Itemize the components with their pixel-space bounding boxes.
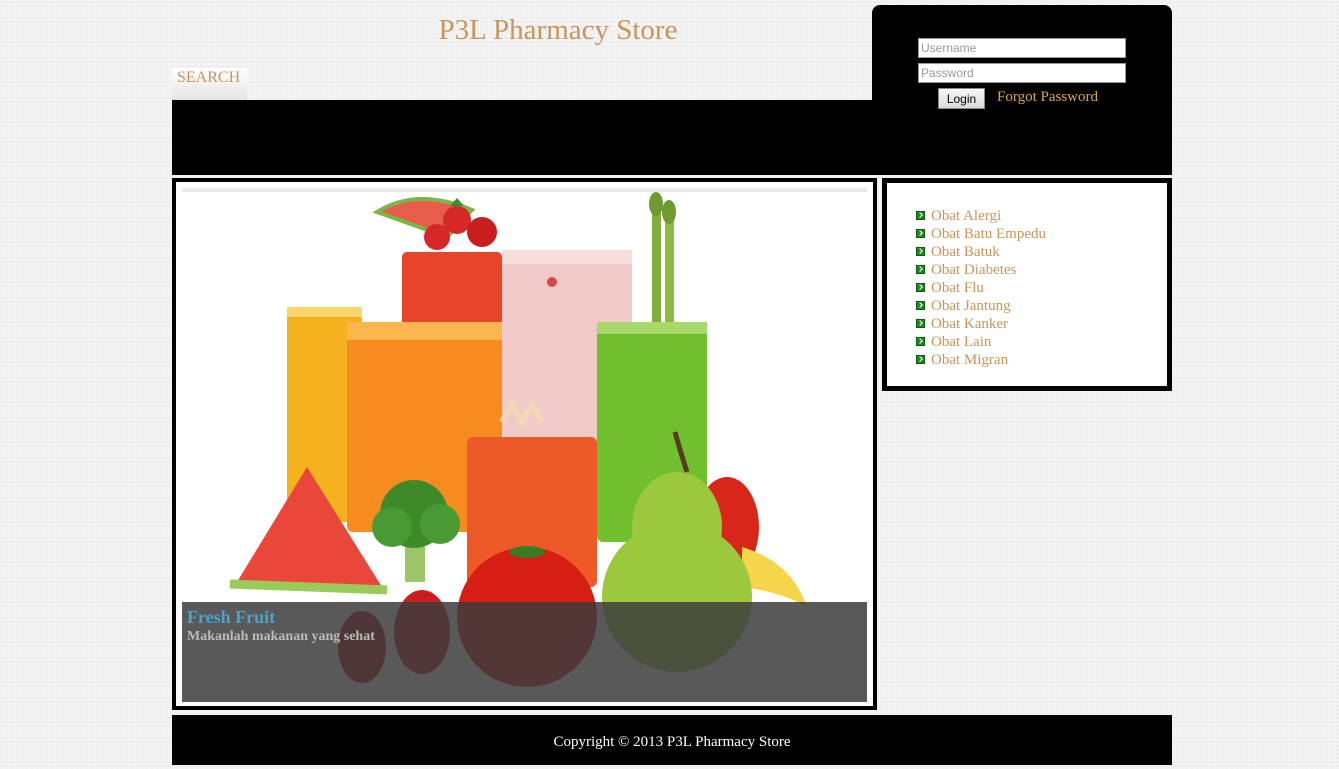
category-item-migran[interactable]: Obat Migran (916, 351, 1046, 369)
login-button[interactable]: Login (938, 88, 985, 109)
category-item-jantung[interactable]: Obat Jantung (916, 297, 1046, 315)
copyright-text: Copyright © 2013 P3L Pharmacy Store (553, 734, 791, 750)
search-tab[interactable]: SEARCH (172, 68, 247, 100)
forgot-password-link[interactable]: Forgot Password (997, 89, 1098, 106)
arrow-bullet-icon (916, 355, 925, 364)
site-title: P3L Pharmacy Store (438, 14, 678, 46)
username-input[interactable] (918, 38, 1126, 58)
category-list: Obat Alergi Obat Batu Empedu Obat Batuk … (916, 207, 1046, 369)
category-item-batu-empedu[interactable]: Obat Batu Empedu (916, 225, 1046, 243)
arrow-bullet-icon (916, 247, 925, 256)
caption-title: Fresh Fruit (187, 607, 276, 627)
category-panel: Obat Alergi Obat Batu Empedu Obat Batuk … (882, 178, 1172, 391)
footer: Copyright © 2013 P3L Pharmacy Store (172, 715, 1172, 765)
arrow-bullet-icon (916, 265, 925, 274)
login-panel: Login Forgot Password (872, 5, 1172, 175)
category-item-batuk[interactable]: Obat Batuk (916, 243, 1046, 261)
arrow-bullet-icon (916, 211, 925, 220)
category-item-alergi[interactable]: Obat Alergi (916, 207, 1046, 225)
image-slider: Fresh Fruit Makanlah makanan yang sehat (172, 178, 877, 710)
arrow-bullet-icon (916, 283, 925, 292)
category-item-kanker[interactable]: Obat Kanker (916, 315, 1046, 333)
arrow-bullet-icon (916, 337, 925, 346)
arrow-bullet-icon (916, 229, 925, 238)
category-item-diabetes[interactable]: Obat Diabetes (916, 261, 1046, 279)
arrow-bullet-icon (916, 319, 925, 328)
category-item-lain[interactable]: Obat Lain (916, 333, 1046, 351)
slide-caption: Fresh Fruit Makanlah makanan yang sehat (182, 602, 867, 702)
caption-text: Makanlah makanan yang sehat (187, 629, 375, 644)
arrow-bullet-icon (916, 301, 925, 310)
category-item-flu[interactable]: Obat Flu (916, 279, 1046, 297)
slide-image: Fresh Fruit Makanlah makanan yang sehat (182, 188, 867, 702)
password-input[interactable] (918, 63, 1126, 83)
